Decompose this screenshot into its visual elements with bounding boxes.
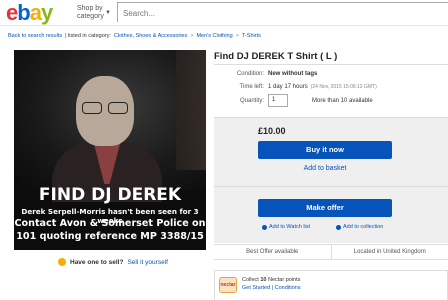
breadcrumb-item-mens-clothing[interactable]: Men's Clothing xyxy=(196,33,232,39)
info-bar: Best Offer available Located in United K… xyxy=(214,244,448,260)
breadcrumb-item-clothes[interactable]: Clothes, Shoes & Accessories xyxy=(114,33,187,39)
logo-letter-e: e xyxy=(6,0,18,25)
make-offer-button[interactable]: Make offer xyxy=(258,199,392,217)
item-title: Find DJ DEREK T Shirt ( L ) xyxy=(214,51,338,62)
nectar-logo: nectar xyxy=(219,277,237,293)
price: £10.00 xyxy=(258,126,286,136)
quantity-field[interactable]: 1 xyxy=(268,94,288,107)
photo-glasses xyxy=(80,102,132,114)
divider xyxy=(214,186,448,187)
sell-prompt: Have one to sell? xyxy=(70,258,124,266)
breadcrumb-item-tshirts[interactable]: T-Shirts xyxy=(242,33,261,39)
shop-by-category-button[interactable]: Shop by category ▼ xyxy=(77,5,111,21)
watch-list-label: Add to Watch list xyxy=(269,224,311,230)
quantity-label: Quantity: xyxy=(239,98,264,104)
nectar-points-text: Collect 10 Nectar points xyxy=(242,277,300,283)
search-input[interactable] xyxy=(118,4,448,23)
availability-text: More than 10 available xyxy=(312,98,373,104)
add-to-basket-link[interactable]: Add to basket xyxy=(258,165,392,172)
condition-value: New without tags xyxy=(268,71,318,77)
item-photo[interactable]: FIND DJ DEREK Derek Serpell-Morris hasn'… xyxy=(14,50,206,250)
nectar-points-count: 10 xyxy=(260,277,267,283)
buy-it-now-button[interactable]: Buy it now xyxy=(258,141,392,159)
listed-in-label: | listed in category: xyxy=(65,33,111,39)
photo-caption-line-2: Contact Avon & Somerset Police on xyxy=(14,218,206,229)
eye-icon xyxy=(262,224,267,230)
ebay-logo[interactable]: ebay xyxy=(6,0,53,25)
nectar-prefix: Collect xyxy=(242,277,259,283)
photo-brick-wall xyxy=(176,50,206,170)
nectar-links[interactable]: Get Started | Conditions xyxy=(242,285,301,291)
nectar-suffix: Nectar points xyxy=(268,277,301,283)
photo-caption-line-3: 101 quoting reference MP 3388/15 xyxy=(16,231,204,242)
site-header: ebay Shop by category ▼ xyxy=(0,0,448,26)
time-left-duration: 1 day 17 hours xyxy=(268,84,308,90)
shop-by-category-label: Shop by category xyxy=(77,5,104,20)
nectar-panel: nectar Collect 10 Nectar points Get Star… xyxy=(214,270,448,300)
breadcrumb-separator: > xyxy=(235,33,239,39)
best-offer-available: Best Offer available xyxy=(246,249,299,255)
add-to-collection-link[interactable]: Add to collection xyxy=(336,224,383,230)
breadcrumb-separator: > xyxy=(190,33,194,39)
back-to-search-link[interactable]: Back to search results xyxy=(8,33,62,39)
logo-letter-a: a xyxy=(29,0,42,25)
photo-headline: FIND DJ DEREK xyxy=(38,185,182,205)
chevron-down-icon: ▼ xyxy=(105,10,111,16)
add-to-watch-list-link[interactable]: Add to Watch list xyxy=(262,224,310,230)
buy-box xyxy=(214,117,448,243)
logo-letter-b: b xyxy=(17,0,30,25)
time-left-timestamp: (24 Nov, 2015 15:06:12 GMT) xyxy=(310,84,377,90)
logo-letter-y: y xyxy=(40,0,53,25)
time-left-value: 1 day 17 hours (24 Nov, 2015 15:06:12 GMT… xyxy=(268,84,377,90)
breadcrumb: Back to search results | listed in categ… xyxy=(8,30,448,42)
lightbulb-icon xyxy=(58,258,66,266)
time-left-label: Time left: xyxy=(239,84,264,90)
divider xyxy=(214,64,448,65)
item-location: Located in United Kingdom xyxy=(330,245,448,259)
collection-label: Add to collection xyxy=(343,224,384,230)
sell-it-yourself-link[interactable]: Sell it yourself xyxy=(127,259,167,266)
sell-your-own: Have one to sell? Sell it yourself xyxy=(58,258,168,266)
plus-icon xyxy=(336,224,341,230)
search-box xyxy=(117,2,448,23)
condition-label: Condition: xyxy=(236,71,264,77)
